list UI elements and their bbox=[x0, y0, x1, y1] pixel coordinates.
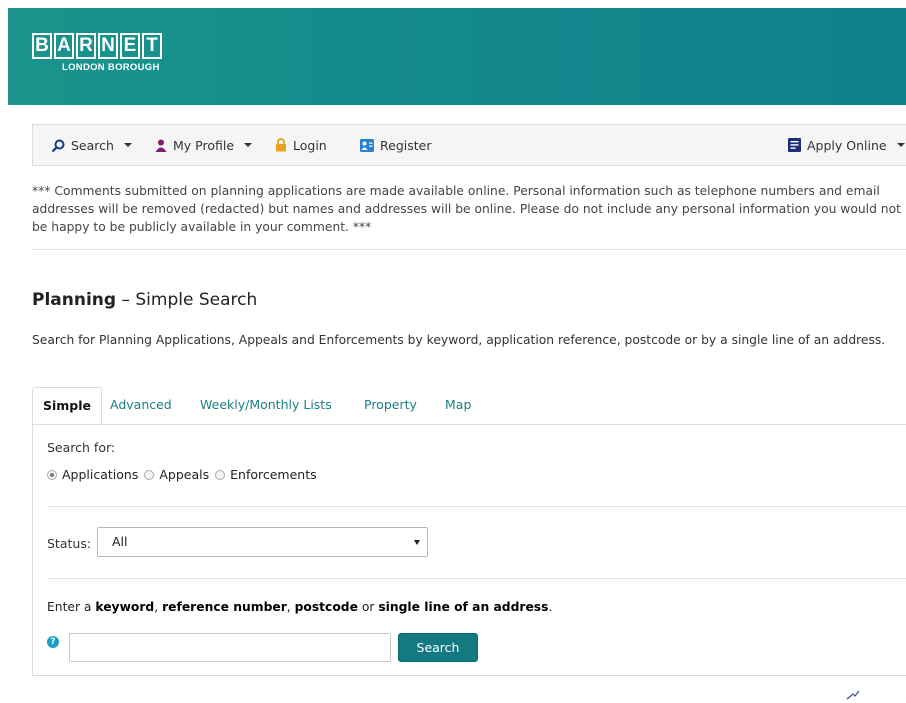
nav-login-label: Login bbox=[293, 137, 327, 153]
search-hint: Enter a keyword, reference number, postc… bbox=[47, 600, 552, 614]
logo-letters: B A R N E T bbox=[32, 33, 162, 59]
lock-icon bbox=[276, 138, 286, 152]
main-navbar: Search My Profile Login Register Apply O… bbox=[32, 124, 906, 166]
hint-text: or bbox=[357, 600, 379, 614]
chevron-down-icon bbox=[123, 143, 132, 147]
decorative-mark-icon bbox=[846, 690, 860, 700]
nav-search-label: Search bbox=[71, 137, 114, 153]
tab-map[interactable]: Map bbox=[445, 387, 471, 423]
page-title: Planning – Simple Search bbox=[32, 290, 257, 310]
radio-applications[interactable] bbox=[47, 469, 57, 480]
chevron-down-icon bbox=[244, 143, 253, 147]
decorative-icon bbox=[846, 690, 860, 703]
hint-text: . bbox=[548, 600, 553, 614]
radio-applications-label[interactable]: Applications bbox=[62, 467, 138, 482]
logo-letter: R bbox=[76, 33, 96, 59]
form-icon bbox=[788, 138, 801, 152]
logo-letter: A bbox=[54, 33, 74, 59]
tab-simple[interactable]: Simple bbox=[32, 387, 103, 424]
hint-address: single line of an address bbox=[378, 600, 549, 614]
search-for-label: Search for: bbox=[47, 440, 116, 455]
hint-reference-number: reference number bbox=[162, 600, 287, 614]
nav-register-link[interactable]: Register bbox=[360, 125, 431, 165]
nav-profile-label: My Profile bbox=[173, 137, 235, 153]
search-tabs: Simple Advanced Weekly/Monthly Lists Pro… bbox=[32, 387, 906, 425]
dropdown-arrow-icon bbox=[414, 540, 420, 545]
tab-property[interactable]: Property bbox=[364, 387, 417, 423]
help-icon[interactable]: ? bbox=[47, 636, 59, 648]
radio-enforcements-label[interactable]: Enforcements bbox=[230, 467, 317, 482]
page-title-bold: Planning bbox=[32, 290, 117, 310]
search-button[interactable]: Search bbox=[398, 633, 478, 662]
search-input[interactable] bbox=[69, 633, 391, 662]
tab-weekly-monthly-lists[interactable]: Weekly/Monthly Lists bbox=[200, 387, 332, 423]
radio-enforcements[interactable] bbox=[215, 469, 226, 480]
tab-advanced[interactable]: Advanced bbox=[110, 387, 172, 423]
hint-text: , bbox=[154, 600, 163, 614]
radio-appeals[interactable] bbox=[144, 469, 155, 480]
nav-apply-label: Apply Online bbox=[807, 137, 887, 153]
barnet-logo[interactable]: B A R N E T LONDON BOROUGH bbox=[32, 33, 162, 73]
nav-search-menu[interactable]: Search bbox=[52, 125, 132, 165]
register-icon bbox=[360, 138, 374, 152]
chevron-down-icon bbox=[896, 143, 905, 147]
search-type-radios: Applications Appeals Enforcements bbox=[47, 467, 323, 482]
nav-profile-menu[interactable]: My Profile bbox=[155, 125, 253, 165]
user-icon bbox=[155, 139, 167, 152]
nav-apply-menu[interactable]: Apply Online bbox=[788, 125, 905, 165]
comments-notice: *** Comments submitted on planning appli… bbox=[32, 184, 901, 234]
logo-letter: B bbox=[32, 33, 52, 59]
simple-search-panel: Search for: Applications Appeals Enforce… bbox=[32, 424, 906, 676]
nav-register-label: Register bbox=[380, 137, 432, 153]
divider bbox=[47, 578, 906, 579]
hint-postcode: postcode bbox=[294, 600, 358, 614]
status-select-value: All bbox=[112, 534, 128, 549]
logo-letter: N bbox=[98, 33, 118, 59]
divider bbox=[47, 506, 906, 507]
hint-text: , bbox=[286, 600, 295, 614]
nav-login-link[interactable]: Login bbox=[275, 125, 327, 165]
search-icon bbox=[52, 139, 65, 152]
logo-letter: T bbox=[142, 33, 162, 59]
status-label: Status: bbox=[47, 536, 92, 551]
site-header: B A R N E T LONDON BOROUGH bbox=[8, 8, 906, 105]
logo-letter: E bbox=[120, 33, 140, 59]
status-select[interactable]: All bbox=[97, 527, 428, 557]
hint-keyword: keyword bbox=[95, 600, 155, 614]
divider bbox=[32, 249, 906, 250]
page-description: Search for Planning Applications, Appeal… bbox=[32, 333, 886, 347]
radio-appeals-label[interactable]: Appeals bbox=[159, 467, 209, 482]
page-title-rest: – Simple Search bbox=[116, 290, 258, 310]
logo-subtitle: LONDON BOROUGH bbox=[62, 62, 160, 73]
hint-text: Enter a bbox=[47, 600, 96, 614]
